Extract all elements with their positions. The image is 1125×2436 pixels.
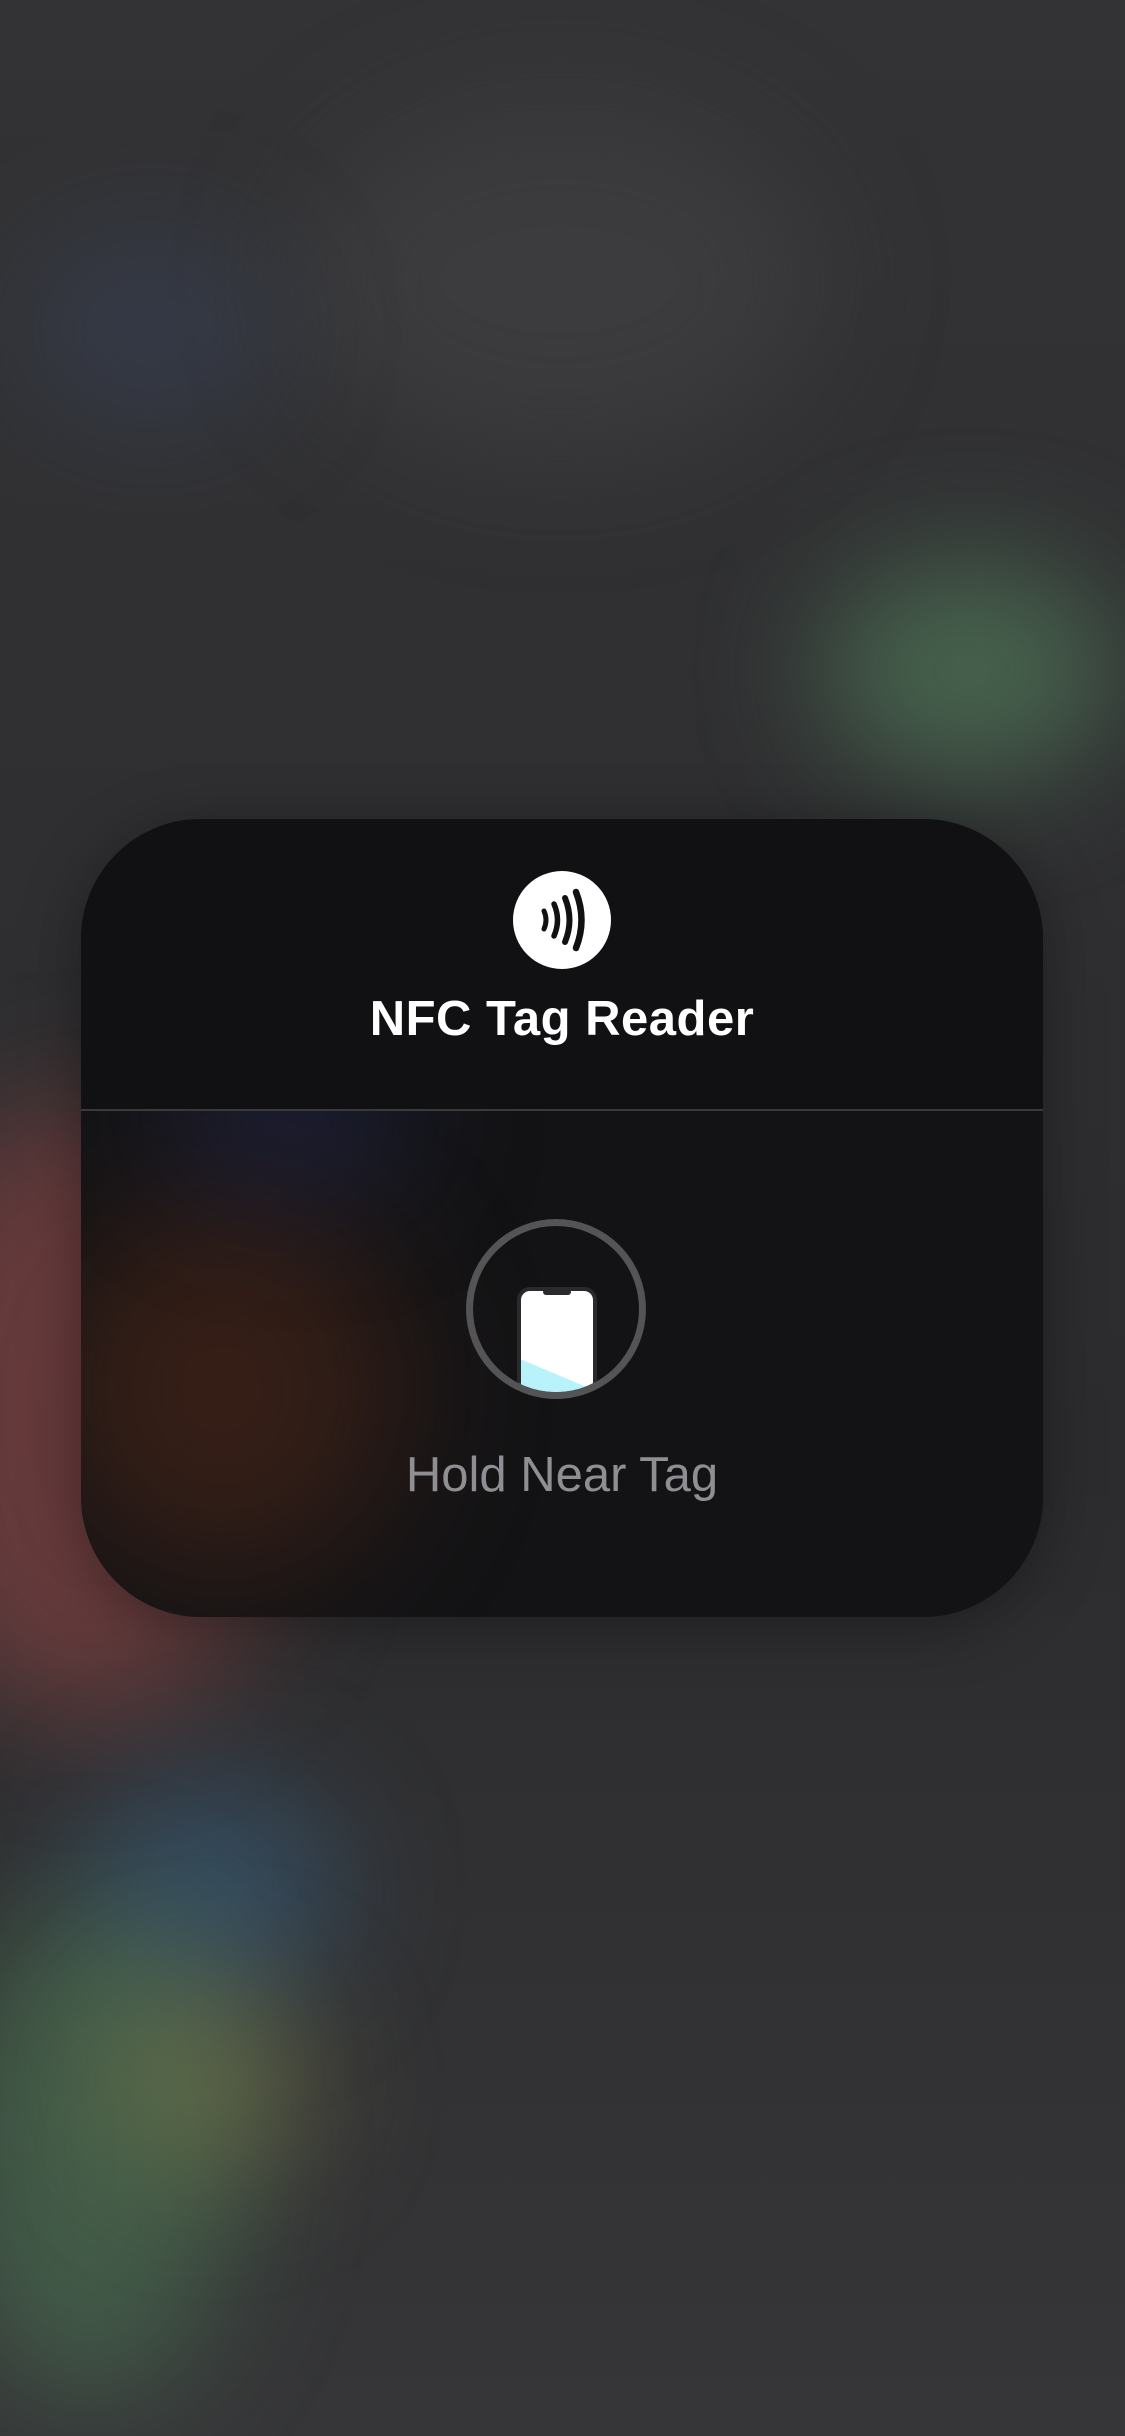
- background-blur: [820, 560, 1120, 780]
- phone-scan-icon: [466, 1219, 646, 1399]
- screen: NFC Tag Reader Hold Near Tag: [0, 0, 1125, 2436]
- sheet-header: NFC Tag Reader: [81, 819, 1043, 1109]
- nfc-scan-sheet: NFC Tag Reader Hold Near Tag: [81, 819, 1043, 1617]
- sheet-title: NFC Tag Reader: [369, 992, 755, 1046]
- background-blur: [20, 230, 280, 430]
- status-text: Hold Near Tag: [405, 1448, 719, 1502]
- nfc-contactless-icon: [513, 871, 611, 969]
- background-blur: [300, 100, 820, 460]
- background-blur: [100, 1980, 320, 2180]
- divider: [81, 1109, 1043, 1111]
- sheet-glow: [81, 1199, 401, 1579]
